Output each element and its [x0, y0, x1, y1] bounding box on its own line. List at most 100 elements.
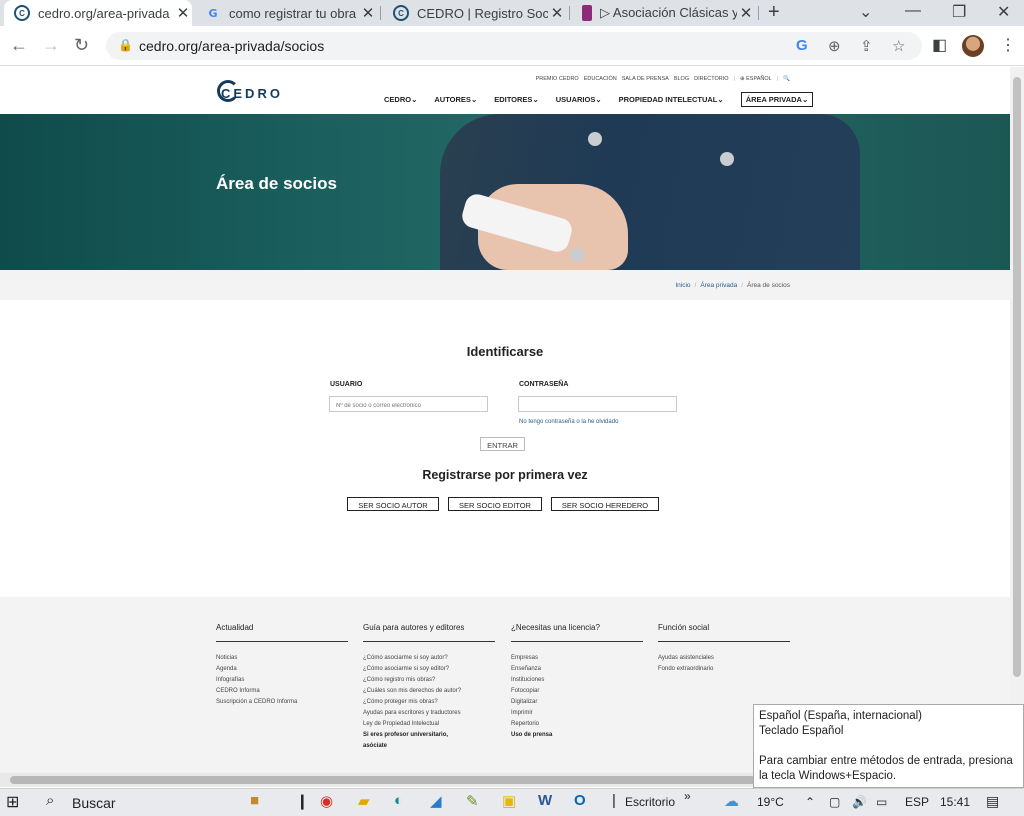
- footer-link[interactable]: Agenda: [216, 664, 348, 675]
- footer-link[interactable]: ¿Cómo asociarme si soy autor?: [363, 653, 495, 664]
- footer-link[interactable]: Ayudas para escritores y traductores: [363, 708, 495, 719]
- clock[interactable]: 15:41: [940, 795, 970, 809]
- footer-link[interactable]: Digitalizar: [511, 697, 643, 708]
- vertical-scrollbar[interactable]: [1010, 67, 1024, 773]
- close-icon[interactable]: ✕: [737, 4, 755, 22]
- footer-link[interactable]: ¿Cómo proteger mis obras?: [363, 697, 495, 708]
- password-input[interactable]: [518, 396, 677, 412]
- top-link[interactable]: DIRECTORIO: [694, 76, 728, 82]
- footer-link[interactable]: Suscripción a CEDRO Informa: [216, 697, 348, 708]
- search-icon[interactable]: ⌕: [46, 792, 54, 809]
- nav-item-area-privada[interactable]: ÁREA PRIVADA⌄: [740, 92, 814, 107]
- sticky-notes-icon[interactable]: ▣: [502, 792, 516, 810]
- main-nav: CEDRO⌄ AUTORES⌄ EDITORES⌄ USUARIOS⌄ PROP…: [384, 92, 814, 107]
- footer-link[interactable]: ¿Cómo registro mis obras?: [363, 675, 495, 686]
- app-icon[interactable]: ✎: [466, 792, 479, 810]
- file-explorer-icon[interactable]: ▰: [358, 792, 370, 810]
- footer-link[interactable]: Ayudas asistenciales: [658, 653, 790, 664]
- network-icon[interactable]: ▭: [876, 795, 887, 809]
- tab-asociacion[interactable]: ▷ Asociación Clásicas y ✕: [572, 0, 755, 26]
- footer-link[interactable]: Fondo extraordinario: [658, 664, 790, 675]
- site-search-icon[interactable]: 🔍: [783, 76, 790, 82]
- footer-link[interactable]: Imprimir: [511, 708, 643, 719]
- nav-item-cedro[interactable]: CEDRO⌄: [384, 95, 417, 107]
- edge-icon[interactable]: ◐: [394, 792, 403, 809]
- footer-link[interactable]: Empresas: [511, 653, 643, 664]
- footer-link[interactable]: Instituciones: [511, 675, 643, 686]
- menu-kebab-icon[interactable]: ⋮: [1000, 35, 1016, 55]
- scrollbar-thumb[interactable]: [1013, 77, 1021, 677]
- footer-link[interactable]: Fotocopiar: [511, 686, 643, 697]
- chevron-up-icon[interactable]: ⌃: [805, 795, 815, 809]
- side-panel-icon[interactable]: ◧: [932, 35, 947, 55]
- footer-link-bold[interactable]: Uso de prensa: [511, 730, 643, 741]
- desktop-toolbar-label[interactable]: Escritorio: [625, 795, 675, 809]
- meet-icon[interactable]: ▢: [829, 795, 840, 809]
- footer-link-bold[interactable]: Si eres profesor universitario,: [363, 730, 495, 741]
- nav-item-usuarios[interactable]: USUARIOS⌄: [556, 95, 602, 107]
- chevron-right-icon[interactable]: »: [684, 789, 691, 803]
- footer-link[interactable]: CEDRO Informa: [216, 686, 348, 697]
- nav-item-propiedad-intelectual[interactable]: PROPIEDAD INTELECTUAL⌄: [619, 95, 724, 107]
- tab-cedro-area-privada[interactable]: C cedro.org/area-privada ✕: [4, 0, 192, 26]
- weather-cloud-icon[interactable]: ☁: [724, 792, 739, 810]
- notifications-icon[interactable]: ▤: [986, 793, 999, 810]
- tab-cedro-registro[interactable]: C CEDRO | Registro Socio ✕: [383, 0, 566, 26]
- breadcrumb-inicio[interactable]: Inicio: [675, 282, 690, 289]
- tab-search-chevron-icon[interactable]: ⌄: [859, 2, 872, 22]
- tab-google-search[interactable]: G como registrar tu obra ✕: [195, 0, 377, 26]
- reload-icon[interactable]: ↻: [74, 35, 89, 56]
- breadcrumb-area-privada[interactable]: Área privada: [700, 282, 737, 289]
- word-icon[interactable]: W: [538, 792, 552, 809]
- share-icon[interactable]: ⇪: [860, 37, 873, 55]
- url-text[interactable]: cedro.org/area-privada/socios: [139, 38, 324, 54]
- profile-avatar[interactable]: [962, 35, 984, 57]
- forward-arrow-icon[interactable]: →: [42, 35, 60, 56]
- google-translate-icon[interactable]: G: [796, 37, 808, 54]
- zoom-icon[interactable]: ⊕: [828, 37, 841, 55]
- footer-link[interactable]: ¿Cuáles son mis derechos de autor?: [363, 686, 495, 697]
- footer-link[interactable]: Ley de Propiedad Intelectual: [363, 719, 495, 730]
- footer-link[interactable]: Repertorio: [511, 719, 643, 730]
- forgot-password-link[interactable]: No tengo contraseña o la he olvidado: [519, 419, 618, 425]
- top-link[interactable]: BLOG: [674, 76, 689, 82]
- window-close-icon[interactable]: ✕: [997, 2, 1010, 22]
- user-input[interactable]: [329, 396, 488, 412]
- logo-text: CEDRO: [221, 86, 283, 101]
- windows-start-icon[interactable]: ⊞: [6, 792, 19, 812]
- weather-temperature[interactable]: 19°C: [757, 795, 784, 809]
- task-view-icon[interactable]: ❙: [296, 792, 309, 810]
- close-icon[interactable]: ✕: [359, 4, 377, 22]
- ser-socio-heredero-button[interactable]: SER SOCIO HEREDERO: [551, 497, 659, 511]
- briefcase-icon[interactable]: ■: [250, 792, 259, 809]
- footer-link[interactable]: Infografías: [216, 675, 348, 686]
- chrome-icon[interactable]: ◉: [320, 792, 333, 810]
- outlook-icon[interactable]: O: [574, 792, 586, 809]
- language-indicator[interactable]: ESP: [905, 795, 929, 809]
- back-arrow-icon[interactable]: ←: [10, 35, 28, 56]
- nav-item-autores[interactable]: AUTORES⌄: [434, 95, 477, 107]
- language-selector[interactable]: ⊕ ESPAÑOL: [740, 76, 772, 82]
- enter-button[interactable]: ENTRAR: [480, 437, 525, 451]
- taskbar-search-label[interactable]: Buscar: [72, 795, 116, 811]
- restore-icon[interactable]: ❐: [952, 2, 966, 22]
- footer-link[interactable]: Enseñanza: [511, 664, 643, 675]
- footer-link[interactable]: Noticias: [216, 653, 348, 664]
- ser-socio-autor-button[interactable]: SER SOCIO AUTOR: [347, 497, 439, 511]
- footer-link-bold[interactable]: asóciate: [363, 741, 495, 752]
- top-link[interactable]: SALA DE PRENSA: [622, 76, 669, 82]
- minimize-icon[interactable]: —: [905, 2, 921, 20]
- cedro-logo[interactable]: CEDRO: [217, 80, 287, 106]
- close-icon[interactable]: ✕: [174, 4, 192, 22]
- nav-item-editores[interactable]: EDITORES⌄: [494, 95, 539, 107]
- close-icon[interactable]: ✕: [548, 4, 566, 22]
- top-link[interactable]: EDUCACIÓN: [584, 76, 617, 82]
- footer-link[interactable]: ¿Cómo asociarme si soy editor?: [363, 664, 495, 675]
- bookmark-star-icon[interactable]: ☆: [892, 37, 905, 55]
- volume-icon[interactable]: 🔊: [852, 795, 867, 809]
- address-bar[interactable]: 🔒 cedro.org/area-privada/socios G ⊕ ⇪ ☆: [106, 32, 922, 60]
- ser-socio-editor-button[interactable]: SER SOCIO EDITOR: [448, 497, 542, 511]
- top-link[interactable]: PREMIO CEDRO: [536, 76, 579, 82]
- new-tab-plus-icon[interactable]: +: [768, 1, 780, 24]
- app-icon[interactable]: ◢: [430, 792, 442, 810]
